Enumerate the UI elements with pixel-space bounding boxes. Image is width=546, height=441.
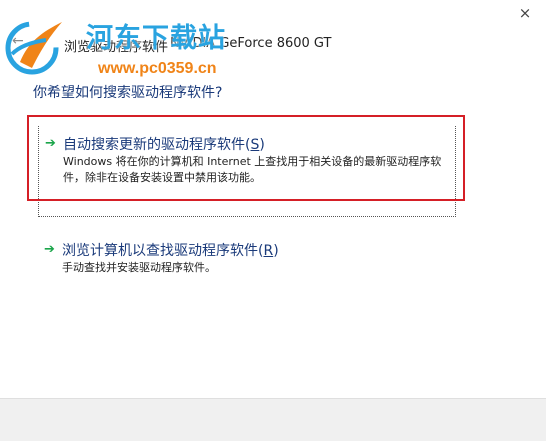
- dialog-footer: [0, 398, 546, 441]
- watermark-title: 河东下载站: [86, 23, 226, 54]
- browse-computer-description: 手动查找并安装驱动程序软件。: [62, 261, 216, 274]
- browse-computer-option[interactable]: ➔ 浏览计算机以查找驱动程序软件(R) 手动查找并安装驱动程序软件。: [38, 232, 454, 274]
- highlight-box: [27, 115, 465, 201]
- title-bar: ×: [0, 0, 546, 30]
- watermark-url: www.pc0359.cn: [98, 60, 217, 77]
- watermark-logo-icon: [5, 21, 62, 75]
- close-button[interactable]: ×: [512, 2, 538, 24]
- search-question: 你希望如何搜索驱动程序软件?: [33, 85, 223, 101]
- green-arrow-icon: ➔: [44, 242, 55, 257]
- browse-computer-title: 浏览计算机以查找驱动程序软件(R): [62, 243, 279, 259]
- close-icon: ×: [518, 4, 532, 22]
- update-driver-dialog: × ← 浏览驱动程序软件 NVIDIA GeForce 8600 GT 河东下载…: [0, 0, 546, 441]
